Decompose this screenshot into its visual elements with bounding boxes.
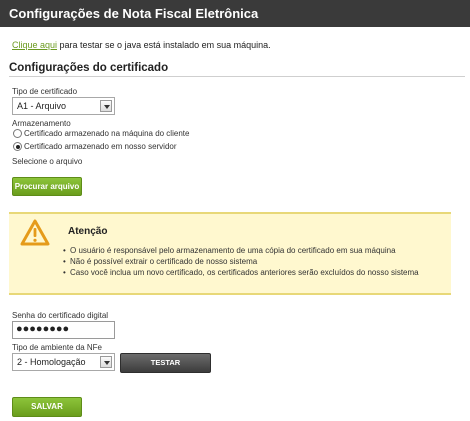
browse-file-button[interactable]: Procurar arquivo xyxy=(12,177,82,196)
warning-item: Caso você inclua um novo certificado, os… xyxy=(63,267,419,278)
certificate-type-label: Tipo de certificado xyxy=(12,87,78,96)
section-divider xyxy=(9,76,465,77)
java-test-link[interactable]: Clique aqui xyxy=(12,40,57,50)
file-label: Selecione o arquivo xyxy=(12,157,83,166)
warning-title: Atenção xyxy=(68,226,108,237)
password-input[interactable]: ●●●●●●●● xyxy=(12,321,115,339)
chevron-down-icon xyxy=(100,356,112,368)
warning-item: O usuário é responsável pelo armazenamen… xyxy=(63,245,419,256)
java-test-line: Clique aqui para testar se o java está i… xyxy=(12,40,271,50)
environment-value: 2 - Homologação xyxy=(17,357,86,367)
page-title: Configurações de Nota Fiscal Eletrônica xyxy=(9,6,259,21)
certificate-type-select[interactable]: A1 - Arquivo xyxy=(12,97,115,115)
save-button[interactable]: SALVAR xyxy=(12,397,82,417)
test-communication-button[interactable]: TESTAR COMUNICAÇÃO xyxy=(120,353,211,385)
chevron-down-icon xyxy=(100,100,112,112)
java-test-text: para testar se o java está instalado em … xyxy=(57,40,271,50)
warning-list: O usuário é responsável pelo armazenamen… xyxy=(63,245,419,278)
certificate-section-title: Configurações do certificado xyxy=(9,62,169,74)
certificate-type-value: A1 - Arquivo xyxy=(17,101,67,111)
storage-option-server[interactable]: Certificado armazenado em nosso servidor xyxy=(13,142,177,151)
storage-label: Armazenamento xyxy=(12,119,71,128)
radio-button[interactable] xyxy=(13,129,22,138)
warning-item: Não é possível extrair o certificado de … xyxy=(63,256,419,267)
environment-select[interactable]: 2 - Homologação xyxy=(12,353,115,371)
warning-icon xyxy=(20,219,50,246)
storage-option-client[interactable]: Certificado armazenado na máquina do cli… xyxy=(13,129,189,138)
environment-label: Tipo de ambiente da NFe xyxy=(12,343,102,352)
storage-option-label: Certificado armazenado na máquina do cli… xyxy=(24,129,190,138)
radio-button-checked[interactable] xyxy=(13,142,22,151)
page-header: Configurações de Nota Fiscal Eletrônica xyxy=(0,0,470,27)
storage-option-label: Certificado armazenado em nosso servidor xyxy=(24,142,177,151)
password-label: Senha do certificado digital xyxy=(12,311,109,320)
